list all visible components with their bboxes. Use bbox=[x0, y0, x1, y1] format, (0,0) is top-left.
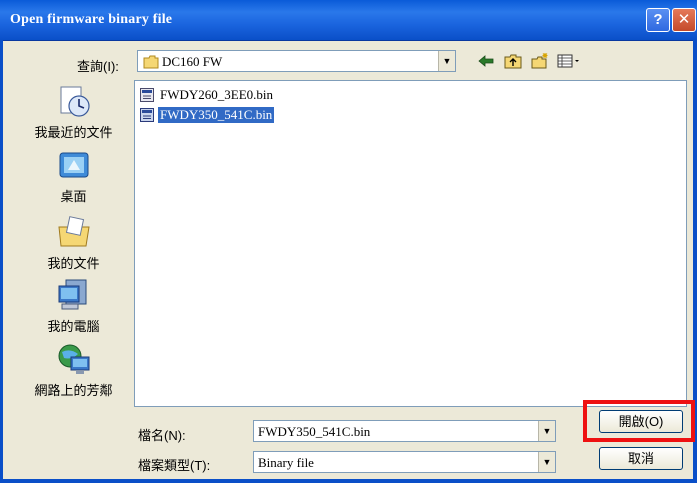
file-type-value: Binary file bbox=[258, 455, 314, 470]
binary-file-icon bbox=[140, 88, 154, 102]
help-button[interactable]: ? bbox=[646, 8, 670, 32]
window-title: Open firmware binary file bbox=[10, 12, 173, 27]
binary-file-icon bbox=[140, 108, 154, 122]
file-name-label: 檔名(N): bbox=[138, 428, 186, 443]
file-name: FWDY260_3EE0.bin bbox=[160, 87, 274, 102]
file-name-dropdown-arrow[interactable]: ▼ bbox=[538, 421, 555, 441]
place-label-recent: 我最近的文件 bbox=[34, 125, 113, 140]
window-frame-bottom bbox=[0, 479, 697, 483]
look-in-dropdown-arrow[interactable]: ▼ bbox=[438, 51, 455, 71]
title-bar[interactable]: Open firmware binary file ? ✕ bbox=[0, 0, 697, 41]
file-list[interactable]: FWDY260_3EE0.bin FWDY350_541C.bin bbox=[134, 80, 687, 407]
places-bar: 我最近的文件 桌面 我的文件 我的電腦 網路上的芳鄰 bbox=[17, 80, 130, 410]
place-label-desktop: 桌面 bbox=[60, 189, 87, 204]
place-my-documents[interactable]: 我的文件 bbox=[17, 215, 130, 272]
window-frame-left bbox=[0, 40, 3, 483]
back-icon[interactable] bbox=[476, 52, 496, 70]
folder-icon bbox=[143, 55, 159, 69]
look-in-label: 查詢(I): bbox=[77, 59, 119, 74]
my-documents-icon bbox=[57, 216, 90, 247]
look-in-combobox[interactable]: DC160 FW ▼ bbox=[137, 50, 456, 72]
network-places-icon bbox=[58, 344, 89, 374]
place-desktop[interactable]: 桌面 bbox=[17, 148, 130, 205]
file-type-label: 檔案類型(T): bbox=[138, 458, 211, 473]
file-type-select[interactable]: Binary file ▼ bbox=[253, 451, 556, 473]
place-my-computer[interactable]: 我的電腦 bbox=[17, 278, 130, 335]
place-network[interactable]: 網路上的芳鄰 bbox=[17, 342, 130, 399]
new-folder-icon[interactable] bbox=[530, 52, 550, 70]
open-file-dialog: Open firmware binary file ? ✕ 查詢(I): DC1… bbox=[0, 0, 697, 483]
place-label-network: 網路上的芳鄰 bbox=[34, 383, 113, 398]
close-button[interactable]: ✕ bbox=[672, 8, 696, 32]
look-in-value: DC160 FW bbox=[162, 54, 223, 69]
place-recent-documents[interactable]: 我最近的文件 bbox=[17, 84, 130, 141]
desktop-icon bbox=[59, 152, 88, 178]
up-folder-icon[interactable] bbox=[503, 52, 523, 70]
file-name-combobox[interactable]: FWDY350_541C.bin ▼ bbox=[253, 420, 556, 442]
view-menu-icon[interactable] bbox=[556, 52, 582, 70]
cancel-button[interactable]: 取消 bbox=[599, 447, 683, 470]
file-name-value: FWDY350_541C.bin bbox=[258, 424, 371, 439]
place-label-my-documents: 我的文件 bbox=[47, 256, 100, 271]
place-label-my-computer: 我的電腦 bbox=[47, 319, 100, 334]
file-name: FWDY350_541C.bin bbox=[158, 107, 275, 123]
file-type-dropdown-arrow[interactable]: ▼ bbox=[538, 452, 555, 472]
recent-documents-icon bbox=[60, 86, 90, 117]
highlight-annotation bbox=[583, 400, 695, 442]
my-computer-icon bbox=[58, 279, 86, 310]
